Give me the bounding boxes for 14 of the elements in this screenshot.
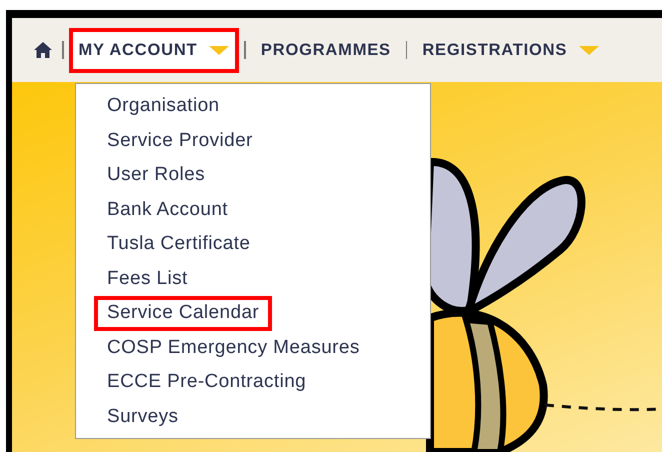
home-icon[interactable] bbox=[34, 42, 52, 58]
nav-link[interactable]: MY ACCOUNT bbox=[68, 28, 240, 72]
menu-item[interactable]: Service Calendar bbox=[94, 296, 272, 330]
menu-item[interactable]: Fees List bbox=[94, 262, 201, 296]
menu-item[interactable]: COSP Emergency Measures bbox=[94, 330, 373, 365]
menu-item[interactable]: Service Provider bbox=[94, 124, 266, 158]
menu-item[interactable]: Tusla Certificate bbox=[94, 227, 264, 262]
menu-item[interactable]: User Roles bbox=[94, 158, 218, 192]
menu-item[interactable]: Surveys bbox=[94, 400, 192, 434]
menu-item[interactable]: Organisation bbox=[94, 89, 233, 124]
menu-item[interactable]: Bank Account bbox=[94, 192, 241, 227]
nav-link[interactable]: PROGRAMMES bbox=[250, 28, 401, 72]
menu-item[interactable]: ECCE Pre-Contracting bbox=[94, 365, 320, 400]
nav-link[interactable]: REGISTRATIONS bbox=[412, 28, 610, 72]
